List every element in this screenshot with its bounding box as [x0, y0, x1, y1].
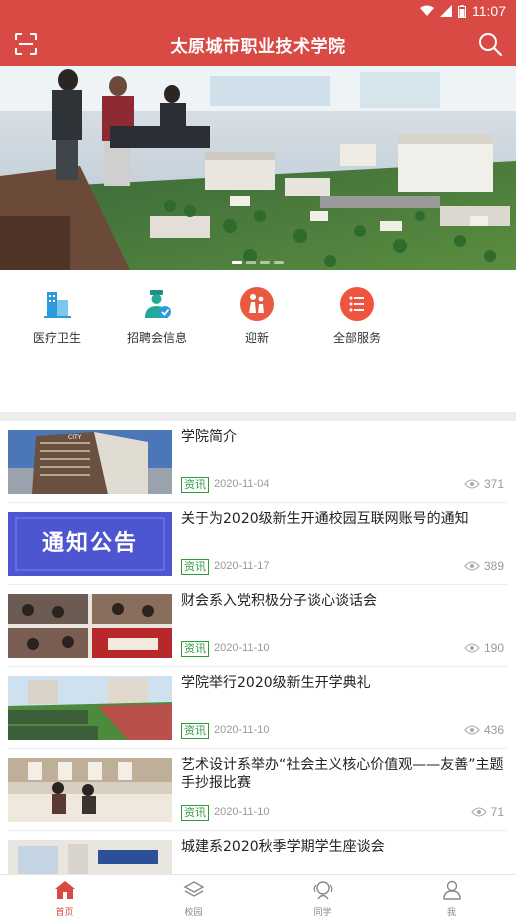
list-item[interactable]: 通知公告 关于为2020级新生开通校园互联网账号的通知 资讯 2020-11-1…: [8, 503, 508, 585]
news-thumbnail: [8, 676, 172, 740]
news-title: 学院举行2020级新生开学典礼: [181, 675, 371, 691]
service-label: 招聘会信息: [126, 331, 187, 345]
news-tag: 资讯: [181, 477, 209, 493]
nav-profile[interactable]: 我: [387, 875, 516, 916]
news-thumbnail: 通知公告: [8, 512, 172, 576]
news-title: 财会系入党积极分子谈心谈话会: [181, 593, 377, 609]
news-thumbnail: [8, 758, 172, 822]
view-count: 371: [464, 477, 504, 491]
svg-text:CITY: CITY: [68, 434, 82, 441]
view-count-value: 436: [483, 723, 504, 737]
news-title: 关于为2020级新生开通校园互联网账号的通知: [181, 511, 469, 527]
service-grid: 医疗卫生 招聘会信息 迎新 全部服务: [0, 270, 516, 412]
service-welcome[interactable]: 迎新: [212, 286, 302, 346]
wifi-icon: [420, 5, 434, 16]
carousel-indicator: [0, 261, 516, 264]
campus-layers-icon: [183, 881, 204, 897]
view-count-value: 371: [483, 477, 504, 491]
app-header: 太原城市职业技术学院: [0, 22, 516, 66]
news-title: 城建系2020秋季学期学生座谈会: [181, 839, 385, 855]
news-tag: 资讯: [181, 805, 209, 821]
carousel-dot[interactable]: [232, 261, 242, 264]
welcome-icon: [239, 286, 275, 322]
list-item[interactable]: 财会系入党积极分子谈心谈话会 资讯 2020-11-10 190: [8, 585, 508, 667]
news-date: 2020-11-10: [214, 806, 270, 818]
eye-icon: [464, 479, 480, 489]
news-tag: 资讯: [181, 641, 209, 657]
nav-campus[interactable]: 校园: [129, 875, 258, 916]
nav-classmates[interactable]: 同学: [258, 875, 387, 916]
service-medical[interactable]: 医疗卫生: [12, 286, 102, 346]
page-title: 太原城市职业技术学院: [170, 37, 346, 57]
thumb-text: 通知公告: [41, 531, 138, 556]
carousel-dot[interactable]: [274, 261, 284, 264]
battery-icon: [458, 4, 466, 18]
view-count-value: 71: [490, 805, 504, 819]
banner-image: [0, 66, 516, 270]
service-label: 迎新: [244, 331, 269, 345]
eye-icon: [464, 561, 480, 571]
building-icon: [39, 286, 75, 322]
service-label: 全部服务: [332, 331, 381, 345]
nav-label: 同学: [313, 908, 332, 916]
list-icon: [339, 286, 375, 322]
status-bar: 11:07: [0, 0, 516, 22]
status-time: 11:07: [472, 3, 506, 19]
news-thumbnail: CITY: [8, 430, 172, 494]
view-count: 71: [470, 805, 504, 819]
classmates-icon: [313, 881, 332, 900]
news-thumbnail: [8, 840, 172, 874]
eye-icon: [464, 725, 480, 735]
service-all[interactable]: 全部服务: [312, 286, 402, 346]
service-recruitment[interactable]: 招聘会信息: [112, 286, 202, 346]
news-tag: 资讯: [181, 723, 209, 739]
section-divider: [0, 412, 516, 421]
nav-label: 我: [446, 908, 456, 916]
news-list: CITY 学院简介 资讯 2020-11-04 371 通知公告 关于为2020…: [0, 421, 516, 874]
news-title: 艺术设计系举办“社会主义核心价值观——友善”主题手抄报比赛: [181, 757, 504, 791]
news-date: 2020-11-17: [214, 560, 270, 572]
list-item[interactable]: CITY 学院简介 资讯 2020-11-04 371: [8, 421, 508, 503]
list-item[interactable]: 城建系2020秋季学期学生座谈会: [8, 831, 508, 874]
recruiter-icon: [139, 286, 175, 322]
list-item[interactable]: 艺术设计系举办“社会主义核心价值观——友善”主题手抄报比赛 资讯 2020-11…: [8, 749, 508, 831]
news-date: 2020-11-10: [214, 724, 270, 736]
carousel-dot[interactable]: [260, 261, 270, 264]
signal-icon: [440, 5, 452, 17]
view-count: 389: [464, 559, 504, 573]
home-icon: [54, 881, 75, 899]
profile-icon: [442, 880, 461, 900]
news-date: 2020-11-04: [214, 478, 270, 490]
news-thumbnail: [8, 594, 172, 658]
carousel-dot[interactable]: [246, 261, 256, 264]
view-count: 190: [464, 641, 504, 655]
news-title: 学院简介: [181, 429, 237, 445]
nav-home[interactable]: 首页: [0, 875, 129, 916]
eye-icon: [470, 807, 487, 817]
view-count-value: 190: [483, 641, 504, 655]
view-count-value: 389: [483, 559, 504, 573]
news-date: 2020-11-10: [214, 642, 270, 654]
search-icon[interactable]: [476, 30, 504, 58]
view-count: 436: [464, 723, 504, 737]
bottom-navigation: 首页 校园 同学 我: [0, 874, 516, 916]
nav-label: 首页: [55, 908, 74, 916]
list-item[interactable]: 学院举行2020级新生开学典礼 资讯 2020-11-10 436: [8, 667, 508, 749]
banner-carousel[interactable]: [0, 66, 516, 270]
eye-icon: [464, 643, 480, 653]
service-label: 医疗卫生: [32, 331, 81, 345]
nav-label: 校园: [184, 908, 203, 916]
news-tag: 资讯: [181, 559, 209, 575]
